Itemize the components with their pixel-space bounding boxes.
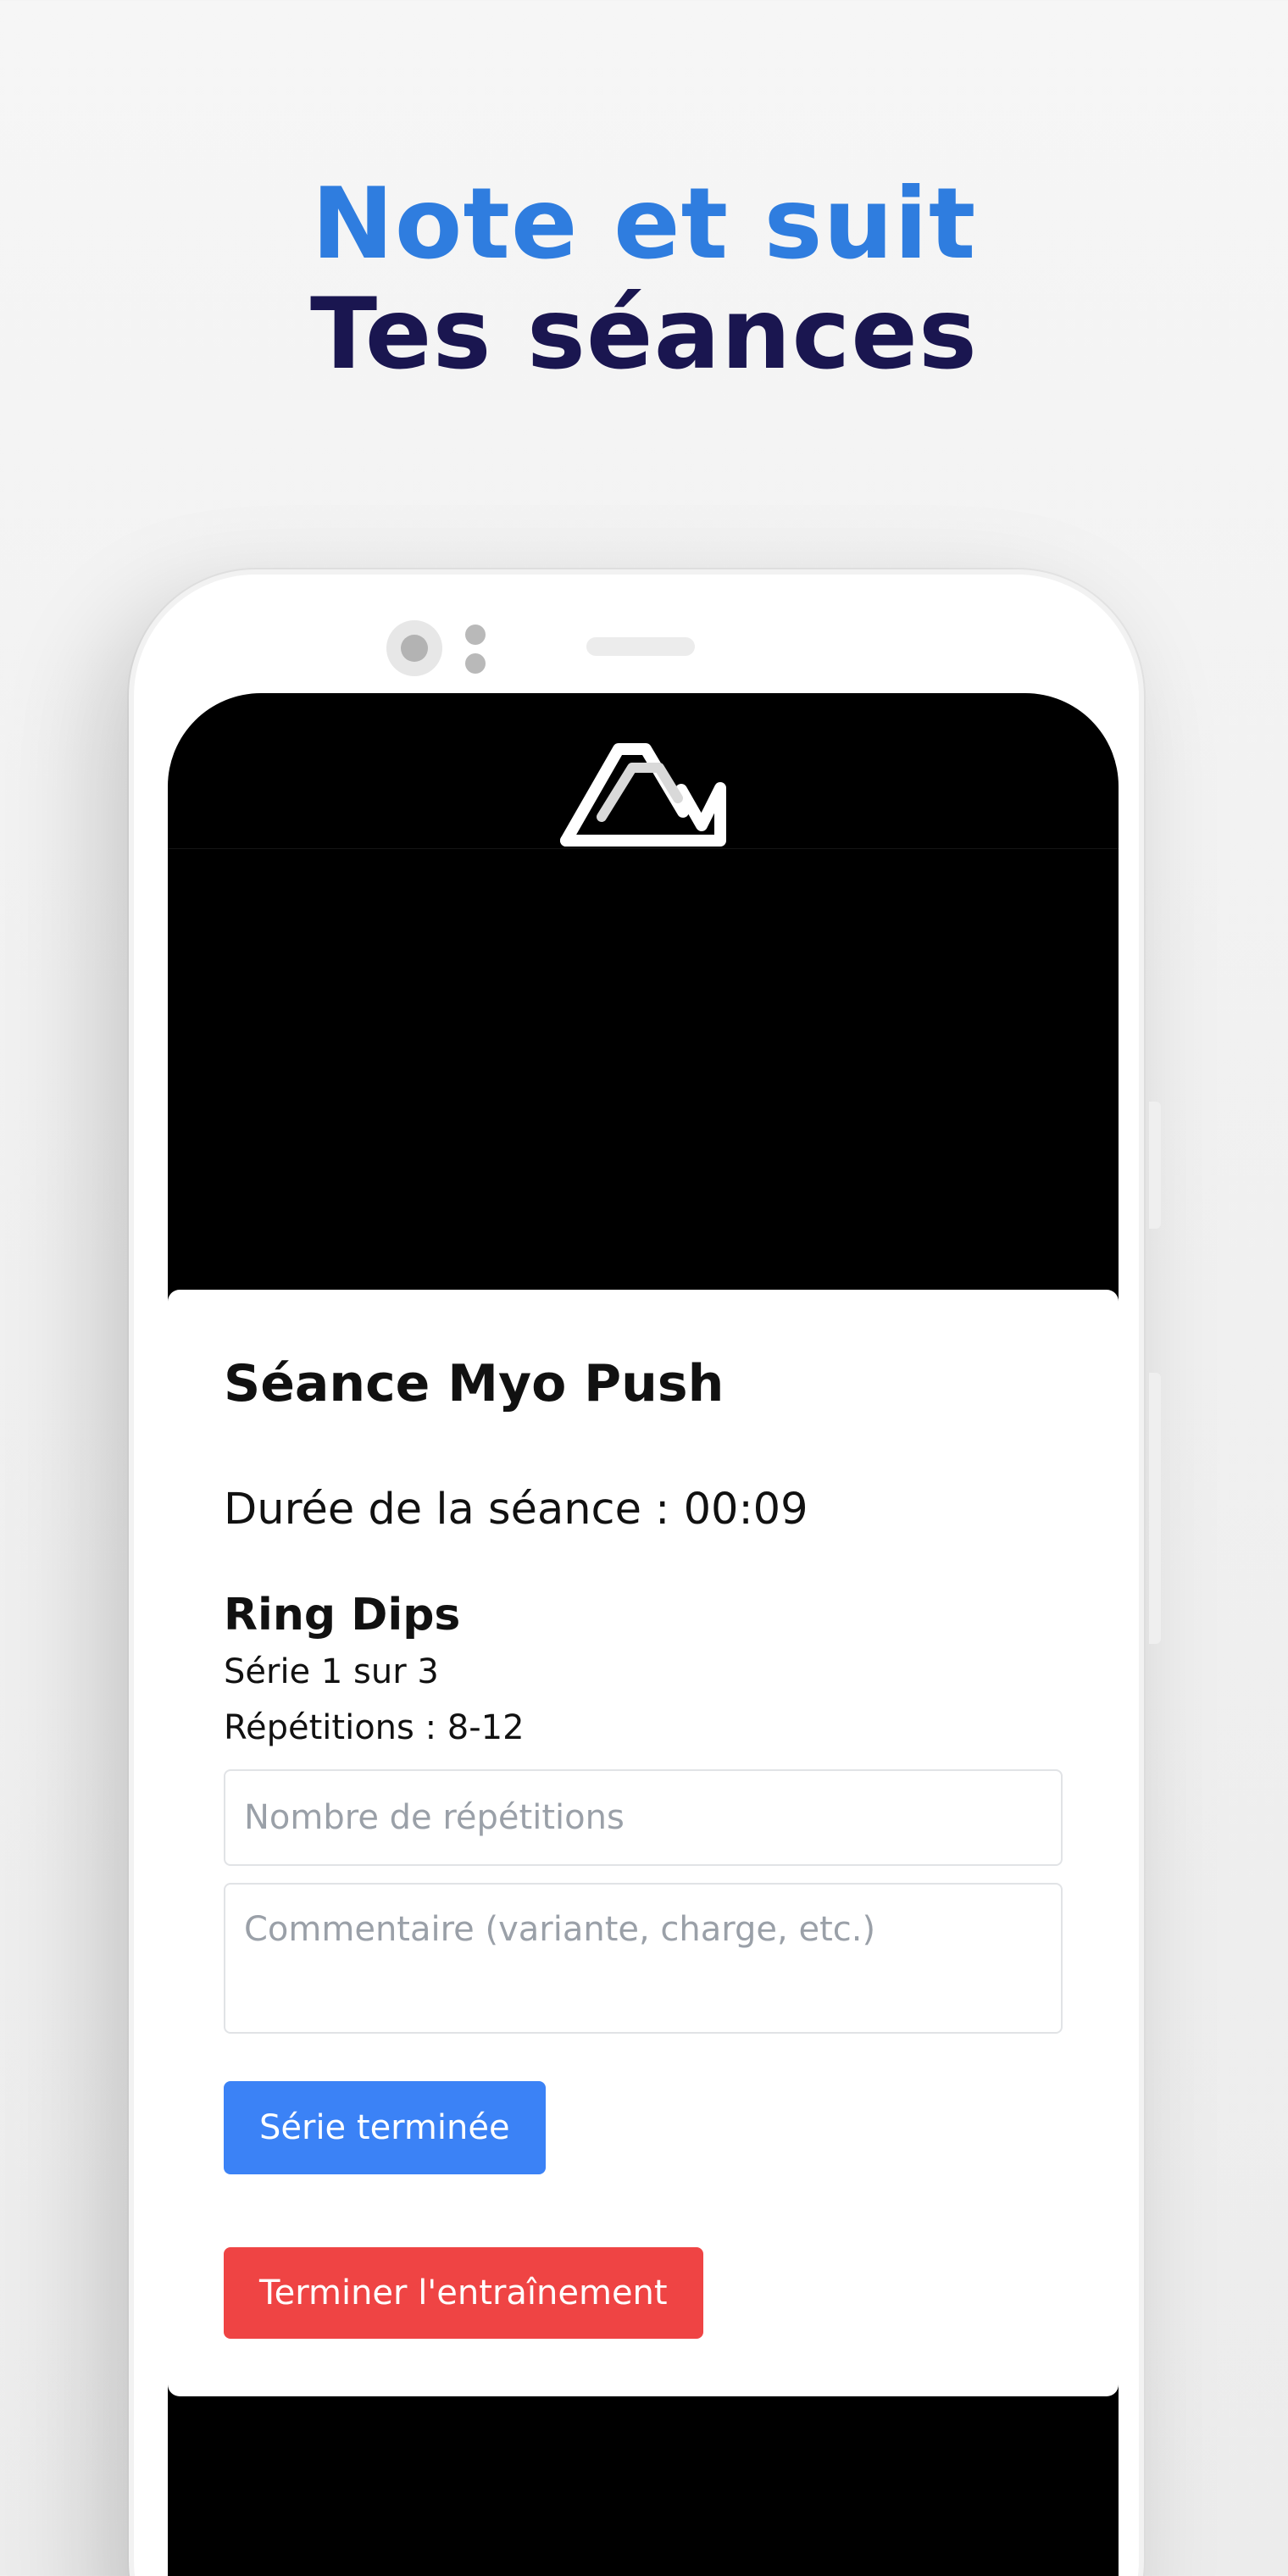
brand-mountain-logo-icon bbox=[560, 743, 726, 847]
session-title: Séance Myo Push bbox=[224, 1354, 724, 1413]
headline-line-1: Note et suit bbox=[311, 167, 977, 281]
earpiece-speaker bbox=[586, 637, 695, 656]
target-reps: Répétitions : 8-12 bbox=[224, 1708, 525, 1747]
front-camera bbox=[386, 620, 442, 676]
workout-session-card: Séance Myo Push Durée de la séance : 00:… bbox=[168, 1290, 1119, 2396]
headline-line-2: Tes séances bbox=[310, 277, 978, 391]
reps-count-input[interactable] bbox=[224, 1769, 1063, 1866]
proximity-sensor bbox=[465, 625, 486, 645]
app-header bbox=[168, 693, 1119, 849]
duration-timer: 00:09 bbox=[683, 1485, 808, 1535]
finish-workout-button[interactable]: Terminer l'entraînement bbox=[224, 2247, 703, 2339]
session-duration: Durée de la séance : 00:09 bbox=[224, 1485, 808, 1535]
phone-side-button bbox=[1149, 1373, 1161, 1644]
comment-textarea[interactable] bbox=[224, 1883, 1063, 2034]
exercise-name: Ring Dips bbox=[224, 1590, 461, 1641]
marketing-headline: Note et suit Tes séances bbox=[0, 169, 1288, 390]
phone-side-button bbox=[1149, 1102, 1161, 1229]
set-progress: Série 1 sur 3 bbox=[224, 1652, 439, 1691]
set-done-button[interactable]: Série terminée bbox=[224, 2081, 546, 2174]
app-screen: Séance Myo Push Durée de la séance : 00:… bbox=[168, 693, 1119, 2576]
duration-label: Durée de la séance : bbox=[224, 1485, 670, 1535]
proximity-sensor bbox=[465, 653, 486, 674]
